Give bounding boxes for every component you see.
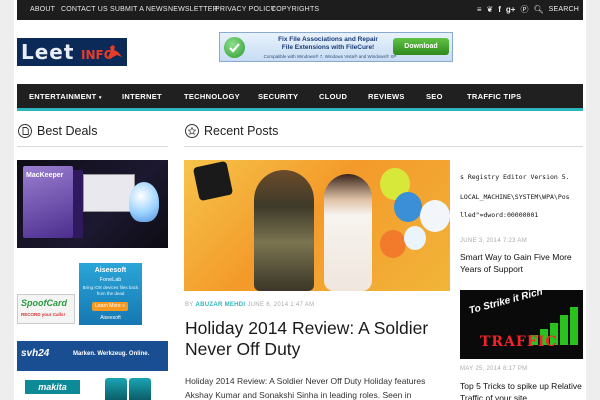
right-margin [586, 0, 600, 400]
kangaroo-icon [108, 45, 122, 57]
ad-compat-text: Compatible with Windows® 7, Windows Vist… [263, 54, 397, 59]
balloon-orange [380, 230, 406, 258]
facebook-icon[interactable]: f [498, 4, 501, 16]
actress-figure [324, 174, 372, 291]
traffic-bar [560, 315, 568, 345]
ad-headline: Fix File Associations and Repair File Ex… [258, 36, 398, 52]
side-post-date: JUNE 3, 2014 7:23 AM [460, 238, 528, 244]
aiseesoft-ad[interactable]: Aiseesoft FoneLab Bring iOS devices file… [79, 263, 142, 325]
featured-post-author[interactable]: ABUZAR MEHDI [195, 302, 245, 308]
traffic-bar [570, 307, 578, 345]
social-icons: ≡ ❦ f g+ Ⓟ 🔍︎ SEARCH [477, 4, 579, 16]
traffic-big-text: TRAFFIC [480, 334, 558, 350]
nav-accent-line [17, 108, 583, 111]
featured-post-date: JUNE 6, 2014 1:47 AM [247, 302, 315, 308]
balloon-white [404, 226, 426, 250]
aiseesoft-brand: Aiseesoft [94, 267, 127, 274]
nav-item-cloud[interactable]: CLOUD [319, 92, 347, 101]
mackeeper-label: MacKeeper [26, 172, 64, 179]
mackeeper-ad[interactable]: MacKeeper [17, 160, 168, 248]
traffic-caption: To Strike it Rich [467, 290, 544, 317]
ad-line-2: File Extensions with FileCure! [281, 44, 375, 51]
nav-item-internet[interactable]: INTERNET [122, 92, 162, 101]
code-line: s Registry Editor Version 5. [460, 173, 570, 181]
main-divider [184, 146, 583, 147]
svh24-logo: svh24 [21, 348, 50, 359]
top-link-privacy-policy[interactable]: PRIVACY POLICY [215, 6, 276, 13]
ad-line-1: Fix File Associations and Repair [278, 36, 378, 43]
logo-text-leet: Leet [21, 40, 75, 64]
top-link-submit-news[interactable]: SUBMIT A NEWS [110, 6, 168, 13]
nav-item-seo[interactable]: SEO [426, 92, 443, 101]
actor-figure [254, 170, 314, 291]
recent-posts-title: Recent Posts [204, 124, 279, 138]
ad-download-button[interactable]: Download [393, 38, 449, 55]
lightbulb-icon [129, 182, 159, 222]
twitter-icon[interactable]: ❦ [487, 4, 494, 16]
spoofcard-tagline: RECORD your Calls! [21, 312, 66, 317]
recent-posts-header: Recent Posts [185, 124, 278, 138]
site-logo[interactable]: Leet INFO [17, 38, 127, 66]
caption-sign [192, 160, 234, 202]
star-icon [185, 124, 199, 138]
aiseesoft-tagline: Bring iOS devices files back from the de… [82, 285, 139, 296]
mackeeper-box-side [73, 170, 83, 238]
google-plus-icon[interactable]: g+ [506, 4, 516, 16]
top-link-contact-us[interactable]: CONTACT US [61, 6, 108, 13]
svh24-slogan: Marken. Werkzeug. Online. [73, 351, 150, 357]
drill-icon [129, 378, 151, 400]
rss-icon[interactable]: ≡ [477, 4, 482, 16]
checkmark-icon [224, 37, 245, 58]
top-link-newsletter[interactable]: NEWSLETTER [168, 6, 218, 13]
top-link-about[interactable]: ABOUT [30, 6, 55, 13]
nav-item-security[interactable]: SECURITY [258, 92, 298, 101]
side-post-date: MAY 25, 2014 8:17 PM [460, 366, 528, 372]
document-icon [18, 124, 32, 138]
aiseesoft-footer: Aiseesoft [100, 315, 121, 321]
nav-label: ENTERTAINMENT [29, 92, 97, 101]
aiseesoft-product: FoneLab [99, 277, 122, 283]
spoofcard-name: SpoofCard [21, 298, 67, 308]
balloon-blue [394, 192, 422, 222]
best-deals-title: Best Deals [37, 124, 98, 138]
meta-by: BY [185, 302, 194, 308]
spoofcard-ad[interactable]: SpoofCard RECORD your Calls! [17, 294, 75, 324]
drill-icon [105, 378, 127, 400]
balloon-white [420, 200, 450, 232]
nav-item-reviews[interactable]: REVIEWS [368, 92, 405, 101]
top-bar: ABOUT CONTACT US SUBMIT A NEWS NEWSLETTE… [17, 0, 583, 20]
featured-post-meta: BY ABUZAR MEHDI JUNE 6, 2014 1:47 AM [185, 302, 314, 308]
pinterest-icon[interactable]: Ⓟ [520, 4, 528, 16]
best-deals-header: Best Deals [18, 124, 97, 138]
mackeeper-screen [83, 174, 135, 212]
sidebar-divider [17, 146, 168, 147]
chevron-down-icon: ▾ [98, 95, 102, 101]
search-label[interactable]: SEARCH [549, 4, 579, 16]
nav-item-technology[interactable]: TECHNOLOGY [184, 92, 240, 101]
svh24-ad[interactable]: svh24 Marken. Werkzeug. Online. [17, 341, 168, 371]
featured-post-title[interactable]: Holiday 2014 Review: A Soldier Never Off… [185, 318, 455, 360]
search-icon[interactable]: 🔍︎ [533, 4, 543, 16]
aiseesoft-learn-more-button[interactable]: Learn More » [92, 302, 128, 311]
nav-item-traffic-tips[interactable]: TRAFFIC TIPS [467, 92, 521, 101]
registry-post-image[interactable]: s Registry Editor Version 5. LOCAL_MACHI… [460, 160, 583, 230]
top-link-copyrights[interactable]: COPYRIGHTS [271, 6, 319, 13]
code-line: lled"=dword:00000001 [460, 211, 539, 219]
main-nav: ENTERTAINMENT ▾ INTERNET TECHNOLOGY SECU… [17, 84, 583, 108]
nav-item-entertainment[interactable]: ENTERTAINMENT ▾ [29, 92, 102, 101]
page: ABOUT CONTACT US SUBMIT A NEWS NEWSLETTE… [0, 0, 600, 400]
side-post-title[interactable]: Top 5 Tricks to spike up Relative Traffi… [460, 380, 585, 400]
makita-logo: makita [25, 380, 80, 394]
code-line: LOCAL_MACHINE\SYSTEM\WPA\Pos [460, 193, 570, 201]
traffic-post-image[interactable]: To Strike it Rich TRAFFIC [460, 290, 583, 359]
makita-ad[interactable]: makita [17, 376, 168, 400]
featured-post-image[interactable] [184, 160, 450, 291]
left-margin [0, 0, 14, 400]
side-post-title[interactable]: Smart Way to Gain Five More Years of Sup… [460, 251, 585, 275]
featured-post-excerpt: Holiday 2014 Review: A Soldier Never Off… [185, 376, 426, 400]
